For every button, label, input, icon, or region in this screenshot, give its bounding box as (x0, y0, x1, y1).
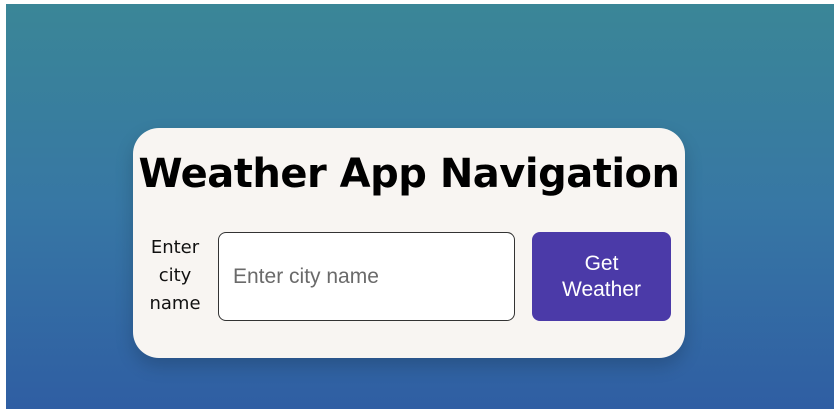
city-search-form: Enter city name Get Weather (147, 232, 673, 322)
weather-card: Weather App Navigation Enter city name G… (133, 128, 685, 358)
get-weather-button[interactable]: Get Weather (532, 232, 671, 321)
city-input-label: Enter city name (149, 237, 201, 314)
page-title: Weather App Navigation (138, 151, 680, 197)
app-background: Weather App Navigation Enter city name G… (6, 4, 834, 409)
city-input[interactable] (218, 232, 515, 321)
